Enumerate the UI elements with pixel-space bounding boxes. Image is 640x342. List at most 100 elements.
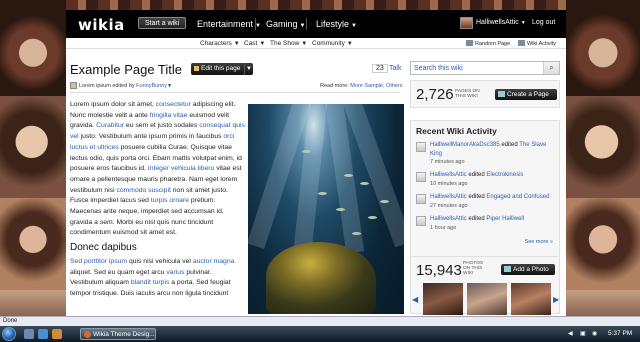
article-link[interactable]: ornare — [169, 197, 189, 204]
photo-thumbnail[interactable] — [423, 283, 463, 315]
shuffle-icon — [466, 40, 473, 46]
article-paragraph: Sed porttitor ipsum quis nisi vehicula v… — [70, 257, 245, 300]
chevron-down-icon: ▼ — [259, 41, 266, 47]
wiki-nav-the-show[interactable]: The Show ▼ — [270, 40, 307, 47]
random-page-link[interactable]: Random Page — [466, 40, 510, 47]
background-photo-top — [66, 0, 566, 10]
carousel-next-icon[interactable]: ▶ — [553, 295, 559, 304]
wiki-nav-community[interactable]: Community ▼ — [312, 40, 353, 47]
wiki-nav-cast[interactable]: Cast ▼ — [244, 40, 265, 47]
article-link[interactable]: commodo suscipit — [116, 187, 170, 194]
chevron-down-icon: ▼ — [301, 41, 308, 47]
wiki-activity-link[interactable]: Wiki Activity — [518, 40, 556, 47]
global-header: wikia Start a wiki Entertainment ▼ Gaming… — [66, 10, 566, 38]
volume-icon[interactable]: ◉ — [592, 330, 597, 337]
divider — [306, 18, 307, 30]
article-paragraph: Lorem ipsum dolor sit amet, consectetur … — [70, 100, 245, 239]
edit-icon — [416, 172, 426, 182]
article-link[interactable]: turpis — [151, 197, 168, 204]
section-heading: Donec dapibus — [70, 242, 137, 254]
editor-link[interactable]: FunnyBunny — [136, 83, 167, 89]
talk-link[interactable]: Talk — [389, 65, 401, 72]
activity-item: HalliwellsAttic edited Piper Halliwell 1… — [416, 215, 556, 232]
activity-item: HalliwellManorAkaDsc385 edited The Slave… — [416, 141, 556, 167]
start-wiki-button[interactable]: Start a wiki — [138, 17, 187, 29]
article-link[interactable]: Curabitur — [96, 122, 124, 129]
divider — [255, 18, 256, 30]
status-text: Done — [3, 318, 18, 324]
article-link[interactable]: blandit turpis — [131, 279, 170, 286]
background-photo-left — [0, 0, 66, 316]
firefox-icon[interactable] — [52, 329, 62, 339]
page-count-module: 2,726 PAGES ON THIS WIKI Create a Page — [410, 80, 560, 108]
pencil-icon — [194, 66, 199, 71]
article-link[interactable]: varius — [166, 269, 184, 276]
photo-thumbnail[interactable] — [467, 283, 507, 315]
taskbar: Wikia Theme Desig... ◀ ▣ ◉ 5:37 PM — [0, 326, 640, 342]
wikia-logo[interactable]: wikia — [78, 16, 125, 34]
background-photo-right — [566, 0, 640, 316]
create-page-button[interactable]: Create a Page — [495, 89, 557, 100]
logout-link[interactable]: Log out — [532, 19, 555, 26]
article-link[interactable]: fringilla vitae — [150, 112, 188, 119]
nav-entertainment[interactable]: Entertainment ▼ — [197, 19, 261, 29]
page-icon — [498, 91, 505, 97]
network-icon[interactable]: ▣ — [580, 330, 586, 337]
tray-arrow-icon[interactable]: ◀ — [568, 330, 573, 337]
article-text: Lorem ipsum dolor sit amet, — [70, 101, 156, 108]
article-body: Lorem ipsum dolor sit amet, consectetur … — [70, 100, 245, 300]
chevron-down-icon: ▼ — [299, 23, 306, 29]
add-photo-button[interactable]: Add a Photo — [501, 264, 555, 275]
nav-gaming[interactable]: Gaming ▼ — [266, 19, 305, 29]
desktop-icon[interactable] — [24, 329, 34, 339]
photo-thumbnail[interactable] — [511, 283, 551, 315]
search-input[interactable]: Search this wiki ⌕ — [410, 61, 560, 75]
search-icon[interactable]: ⌕ — [543, 62, 559, 74]
article-link[interactable]: auctor magna — [193, 258, 235, 265]
edit-page-button[interactable]: Edit this page ▼ — [191, 63, 253, 75]
browser-status-bar: Done — [0, 316, 640, 326]
avatar — [70, 82, 77, 89]
article-link[interactable]: Integer vehicula libero — [148, 165, 215, 172]
article-text: justo. Vestibulum ante ipsum primis in f… — [78, 133, 224, 141]
activity-title: Recent Wiki Activity — [416, 126, 497, 136]
internet-explorer-icon[interactable] — [38, 329, 48, 339]
wiki-nav-characters[interactable]: Characters ▼ — [200, 40, 240, 47]
chevron-down-icon: ▼ — [167, 83, 173, 89]
article-link[interactable]: Sed porttitor — [70, 258, 107, 265]
nav-lifestyle[interactable]: Lifestyle ▼ — [316, 19, 357, 29]
edit-icon — [416, 194, 426, 204]
start-button[interactable] — [2, 327, 16, 341]
activity-icon — [518, 40, 525, 46]
edit-icon — [416, 142, 426, 152]
article-text: quis nisi vehicula vel — [127, 257, 193, 265]
article-link[interactable]: consectetur — [156, 101, 191, 108]
page-count-caption: PAGES ON THIS WIKI — [455, 89, 480, 100]
divider — [70, 92, 400, 93]
read-more: Read more: More Sample, Others — [320, 83, 403, 89]
chevron-down-icon: ▼ — [351, 23, 357, 29]
photo-count-caption: PHOTOS ON THIS WIKI — [463, 261, 484, 277]
camera-icon — [504, 266, 511, 272]
photo-count: 15,943 — [416, 262, 462, 279]
chevron-down-icon: ▼ — [233, 41, 240, 47]
wiki-nav: Characters ▼ Cast ▼ The Show ▼ Community ▼ R… — [66, 38, 566, 49]
chevron-down-icon[interactable]: ▼ — [244, 63, 253, 75]
carousel-prev-icon[interactable]: ◀ — [412, 295, 418, 304]
chevron-down-icon: ▼ — [520, 20, 526, 26]
chevron-down-icon: ▼ — [346, 41, 353, 47]
activity-item: HalliwellsAttic edited Engaged and Confu… — [416, 193, 556, 210]
photos-module: 15,943 PHOTOS ON THIS WIKI Add a Photo ◀ ▶ — [410, 256, 560, 315]
article-text: eu sem et justo sodales — [124, 122, 200, 130]
activity-item: HalliwellsAttic edited Electrokinesis 10… — [416, 171, 556, 188]
article-link[interactable]: ipsum — [109, 258, 127, 265]
article-image[interactable] — [248, 104, 404, 314]
clock[interactable]: 5:37 PM — [608, 330, 632, 337]
read-more-links[interactable]: More Sample, Others — [350, 83, 402, 89]
user-menu[interactable]: HalliwellsAttic ▼ — [476, 19, 526, 26]
avatar[interactable] — [460, 17, 473, 29]
edit-icon — [416, 216, 426, 226]
comment-count[interactable]: 23 — [372, 64, 388, 73]
taskbar-window-button[interactable]: Wikia Theme Desig... — [80, 328, 156, 340]
see-more-link[interactable]: See more » — [525, 239, 553, 245]
